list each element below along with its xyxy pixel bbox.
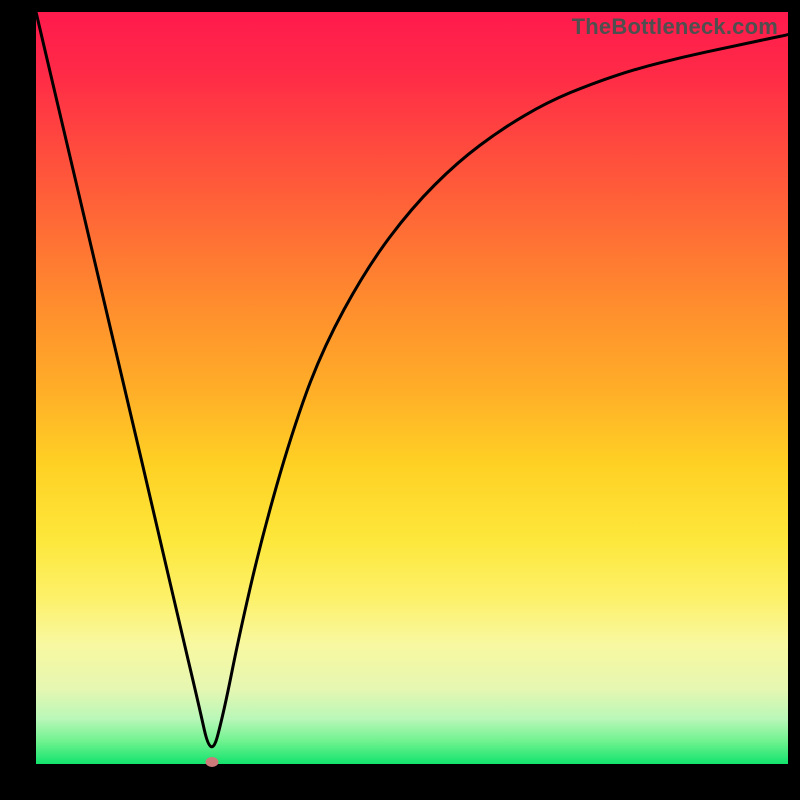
bottleneck-curve [36,12,788,764]
chart-frame: TheBottleneck.com [0,0,800,800]
optimum-marker [205,757,218,767]
plot-area: TheBottleneck.com [36,12,788,764]
